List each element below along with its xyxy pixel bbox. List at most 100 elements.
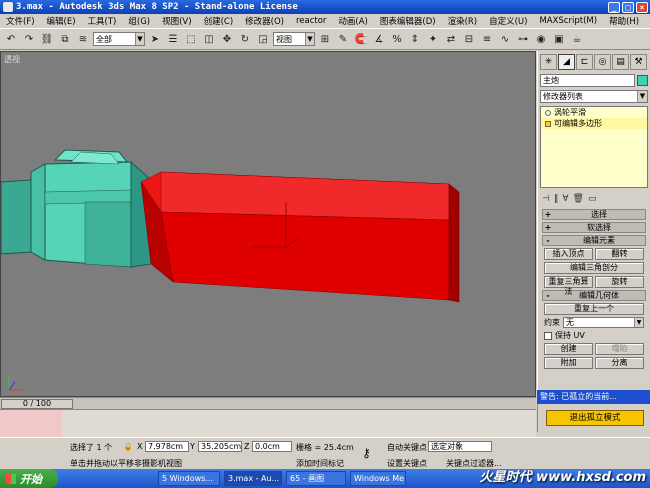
y-coordinate-field[interactable]: 35.205cm [198,441,242,452]
angle-snap-icon[interactable]: ∡ [371,31,387,47]
menu-customize[interactable]: 自定义(U) [483,15,533,27]
selection-filter-dropdown[interactable]: 全部 ▼ [93,32,145,46]
time-slider-thumb[interactable]: 0 / 100 [1,399,73,409]
menu-group[interactable]: 组(G) [122,15,156,27]
align-icon[interactable]: ⊟ [461,31,477,47]
undo-icon[interactable]: ↶ [3,31,19,47]
insert-vertex-button[interactable]: 插入顶点 [544,248,593,260]
utilities-tab-icon[interactable]: ⚒ [630,54,647,70]
edit-triangulation-button[interactable]: 编辑三角剖分 [544,262,644,274]
select-link-icon[interactable]: ⛓ [39,31,55,47]
light-bulb-icon[interactable] [545,109,551,116]
add-time-tag[interactable]: 添加时间标记 [296,458,344,469]
create-button[interactable]: 创建 [544,343,593,355]
maximize-button[interactable]: □ [622,1,634,13]
rollout-edit-elements[interactable]: - 编辑元素 [542,235,646,246]
modifier-list-dropdown[interactable]: 修改器列表 ▼ [540,90,648,103]
attach-button[interactable]: 附加 [544,357,593,369]
motion-tab-icon[interactable]: ◎ [594,54,611,70]
select-rotate-icon[interactable]: ↻ [237,31,253,47]
schematic-view-icon[interactable]: ⊶ [515,31,531,47]
redo-icon[interactable]: ↷ [21,31,37,47]
menu-animation[interactable]: 动画(A) [332,15,373,27]
rollout-soft-selection[interactable]: + 软选择 [542,222,646,233]
curve-editor-icon[interactable]: ∿ [497,31,513,47]
viewport-label[interactable]: 透视 [4,54,20,65]
spinner-snap-icon[interactable]: ⇕ [407,31,423,47]
set-key-button[interactable]: 设置关键点 [387,458,427,469]
key-mode-dropdown[interactable]: 选定对象 [428,441,492,452]
taskbar-item-3dsmax[interactable]: 3.max - Au... [224,471,282,486]
z-coordinate-field[interactable]: 0.0cm [252,441,292,452]
start-button[interactable]: 开始 [0,469,58,488]
hierarchy-tab-icon[interactable]: ⊏ [576,54,593,70]
make-unique-icon[interactable]: ∀ [562,194,568,204]
object-name-field[interactable]: 主炮 [540,74,635,87]
layer-manager-icon[interactable]: ≡ [479,31,495,47]
constraints-dropdown[interactable]: 无 ▼ [563,317,644,328]
snap-toggle-icon[interactable]: 🧲 [353,31,369,47]
mirror-icon[interactable]: ⇄ [443,31,459,47]
rollout-edit-geometry[interactable]: - 编辑几何体 [542,290,646,301]
bind-space-warp-icon[interactable]: ≋ [75,31,91,47]
select-object-icon[interactable]: ➤ [147,31,163,47]
rectangular-selection-icon[interactable]: ⬚ [183,31,199,47]
show-end-result-icon[interactable]: ‖ [554,194,559,204]
taskbar-item-paint[interactable]: 65 - 画图 [286,471,346,486]
time-slider[interactable]: 0 / 100 [0,397,536,409]
menu-maxscript[interactable]: MAXScript(M) [533,16,603,26]
menu-help[interactable]: 帮助(H) [603,15,645,27]
taskbar-item-windows-media[interactable]: Windows Me... [350,471,406,486]
collapse-button[interactable]: 塌陷 [595,343,644,355]
pin-stack-icon[interactable]: ⊣ [542,194,550,204]
create-tab-icon[interactable]: ✳ [540,54,557,70]
menu-create[interactable]: 创建(C) [198,15,240,27]
minimize-button[interactable]: _ [608,1,620,13]
menu-graph-editors[interactable]: 图表编辑器(D) [374,15,442,27]
material-editor-icon[interactable]: ◉ [533,31,549,47]
render-scene-icon[interactable]: ▣ [551,31,567,47]
lock-selection-icon[interactable]: 🔒 [123,442,133,451]
modifier-stack[interactable]: 涡轮平滑 可编辑多边形 [540,106,648,188]
key-icon[interactable]: ⚷ [362,446,371,460]
menu-views[interactable]: 视图(V) [156,15,197,27]
turn-button[interactable]: 旋转 [595,276,644,288]
menu-file[interactable]: 文件(F) [0,15,41,27]
viewport-canvas[interactable] [1,52,536,397]
menu-reactor[interactable]: reactor [290,16,332,26]
rollout-selection[interactable]: + 选择 [542,209,646,220]
pivot-center-icon[interactable]: ⊞ [317,31,333,47]
configure-sets-icon[interactable]: ▭ [588,194,597,204]
menu-modifiers[interactable]: 修改器(O) [239,15,290,27]
remove-modifier-icon[interactable]: 🗑 [573,194,584,204]
flip-button[interactable]: 翻转 [595,248,644,260]
repeat-last-button[interactable]: 重复上一个 [544,303,644,315]
object-color-swatch[interactable] [637,75,648,86]
percent-snap-icon[interactable]: % [389,31,405,47]
display-tab-icon[interactable]: ▤ [612,54,629,70]
ref-coord-dropdown[interactable]: 视图 ▼ [273,32,315,46]
perspective-viewport[interactable]: 透视 [0,51,536,397]
retriangulate-button[interactable]: 重复三角算法 [544,276,593,296]
menu-tools[interactable]: 工具(T) [82,15,123,27]
named-selection-icon[interactable]: ✦ [425,31,441,47]
close-button[interactable]: × [636,1,648,13]
auto-key-button[interactable]: 自动关键点 [387,442,427,453]
preserve-uv-checkbox[interactable] [544,331,552,340]
select-move-icon[interactable]: ✥ [219,31,235,47]
window-crossing-icon[interactable]: ◫ [201,31,217,47]
menu-edit[interactable]: 编辑(E) [41,15,82,27]
exit-isolation-button[interactable]: 退出孤立模式 [546,410,644,426]
x-coordinate-field[interactable]: 7.978cm [145,441,189,452]
select-manipulate-icon[interactable]: ✎ [335,31,351,47]
quick-render-icon[interactable]: ☕ [569,31,585,47]
modify-tab-icon[interactable]: ◢ [558,54,575,70]
stack-item-editable-poly[interactable]: 可编辑多边形 [541,118,647,129]
track-bar[interactable] [0,409,536,438]
taskbar-item-windows[interactable]: 5 Windows... [158,471,220,486]
select-by-name-icon[interactable]: ☰ [165,31,181,47]
unlink-icon[interactable]: ⧉ [57,31,73,47]
detach-button[interactable]: 分离 [595,357,644,369]
menu-rendering[interactable]: 渲染(R) [442,15,484,27]
stack-item-turbosmooth[interactable]: 涡轮平滑 [541,107,647,118]
